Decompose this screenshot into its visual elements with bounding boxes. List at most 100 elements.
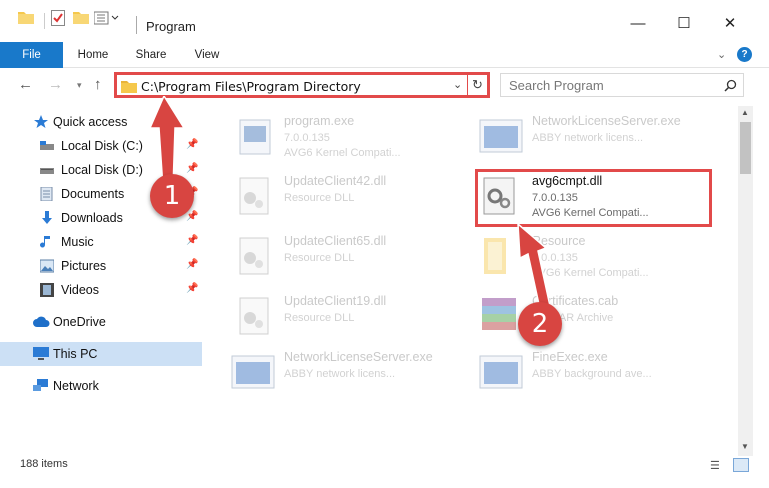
forward-arrow-icon[interactable]: → (48, 76, 63, 93)
dll-file-icon (239, 297, 269, 335)
sidebar-item-label: Local Disk (C:) (61, 139, 143, 153)
expand-ribbon-icon[interactable]: ⌄ (717, 48, 726, 61)
sidebar-item-label: OneDrive (53, 315, 106, 329)
sidebar-item-label: Network (53, 379, 99, 393)
sidebar-item-label: This PC (53, 347, 98, 361)
documents-icon (40, 187, 53, 201)
file-name: FineExec.exe (532, 350, 608, 364)
large-icons-view-icon[interactable] (733, 458, 749, 472)
back-arrow-icon[interactable]: ← (18, 76, 33, 93)
search-input[interactable]: Search Program (509, 78, 604, 93)
file-tile[interactable]: FineExec.exe ABBY background ave... (478, 348, 728, 406)
sidebar-item-onedrive[interactable]: OneDrive (0, 310, 202, 334)
file-tile[interactable]: NetworkLicenseServer.exe ABBY network li… (230, 348, 480, 406)
vertical-scrollbar[interactable]: ▲ ▼ (738, 106, 753, 456)
maximize-button[interactable]: ☐ (661, 12, 707, 36)
properties-icon[interactable] (51, 10, 65, 30)
status-bar (0, 456, 769, 488)
cloud-icon (33, 316, 50, 327)
file-description: Resource DLL (284, 192, 355, 204)
sidebar-item-pictures[interactable]: Pictures 📌 (0, 254, 202, 278)
sidebar-item-network[interactable]: Network (0, 374, 202, 398)
pin-icon: 📌 (186, 211, 199, 222)
sidebar-item-videos[interactable]: Videos 📌 (0, 278, 202, 302)
close-button[interactable]: ✕ (707, 12, 753, 36)
callout-arrow-2 (517, 224, 551, 310)
file-tile[interactable]: NetworkLicenseServer.exe ABBY network li… (478, 112, 728, 170)
file-name: NetworkLicenseServer.exe (284, 350, 433, 364)
title-bar: Program — ☐ ✕ (0, 0, 769, 42)
file-description: ABBY network licens... (284, 368, 396, 380)
file-tile[interactable]: UpdateClient42.dll Resource DLL (230, 172, 480, 230)
monitor-icon (33, 347, 49, 360)
file-tile[interactable]: UpdateClient19.dll Resource DLL (230, 292, 480, 350)
scroll-up-icon[interactable]: ▲ (741, 108, 749, 117)
file-name: NetworkLicenseServer.exe (532, 114, 681, 128)
tab-view[interactable]: View (184, 42, 230, 68)
sidebar-item-label: Music (61, 235, 94, 249)
divider (44, 13, 45, 29)
item-count: 188 items (20, 458, 68, 470)
divider (467, 74, 468, 96)
music-icon (40, 236, 50, 248)
callout-badge-1: 1 (150, 174, 194, 218)
file-description: ABBY background ave... (532, 368, 652, 380)
file-description: Resource DLL (284, 252, 355, 264)
scroll-down-icon[interactable]: ▼ (741, 442, 749, 451)
help-icon[interactable]: ? (737, 47, 752, 62)
refresh-icon[interactable]: ↻ (472, 77, 483, 93)
details-view-icon[interactable]: ☰ (710, 459, 720, 472)
recent-locations-icon[interactable]: ▾ (77, 80, 82, 91)
ribbon: File Home Share View ⌄ ? (0, 42, 769, 68)
sidebar-item-music[interactable]: Music 📌 (0, 230, 202, 254)
folder-icon (18, 10, 34, 30)
callout-badge-2: 2 (518, 302, 562, 346)
drive-icon (40, 141, 54, 150)
minimize-button[interactable]: — (615, 12, 661, 36)
exe-file-icon (239, 119, 271, 155)
sidebar-item-label: Documents (61, 187, 125, 201)
dll-file-icon (239, 237, 269, 275)
address-dropdown-icon[interactable]: ⌄ (453, 78, 462, 91)
file-name: UpdateClient19.dll (284, 294, 387, 308)
folder-icon (121, 81, 137, 93)
drive-icon (40, 168, 54, 174)
dll-file-icon (239, 177, 269, 215)
file-description: ABBY network licens... (532, 132, 644, 144)
pin-icon: 📌 (186, 259, 199, 270)
up-arrow-icon[interactable]: ↑ (94, 76, 102, 93)
tab-home[interactable]: Home (70, 42, 116, 68)
file-list: program.exe 7.0.0.135 AVG6 Kernel Compat… (202, 106, 738, 456)
downloads-icon (42, 211, 52, 224)
title-divider (136, 16, 137, 34)
scrollbar-thumb[interactable] (740, 122, 751, 174)
search-box[interactable]: Search Program (500, 73, 744, 97)
tab-share[interactable]: Share (128, 42, 174, 68)
exe-file-icon (479, 355, 523, 389)
sidebar-item-label: Downloads (61, 211, 123, 225)
sidebar-item-this-pc[interactable]: This PC (0, 342, 202, 366)
tab-file[interactable]: File (0, 42, 63, 68)
sidebar-item-label: Local Disk (D:) (61, 163, 143, 177)
new-folder-icon[interactable] (73, 10, 89, 30)
window-title: Program (146, 19, 196, 34)
pin-icon: 📌 (186, 235, 199, 246)
search-icon[interactable] (724, 79, 737, 92)
sidebar-item-label: Pictures (61, 259, 107, 273)
address-bar[interactable]: C:\Program Files\Program Directory ⌄ ↻ (114, 72, 490, 98)
sidebar-item-label: Videos (61, 283, 99, 297)
highlight-box (475, 169, 712, 227)
file-version: 7.0.0.135 (284, 132, 330, 144)
file-tile[interactable]: UpdateClient65.dll Resource DLL (230, 232, 480, 290)
customize-icon[interactable] (93, 10, 122, 30)
file-description: Resource DLL (284, 312, 355, 324)
address-path: C:\Program Files\Program Directory (141, 79, 361, 94)
file-tile[interactable]: program.exe 7.0.0.135 AVG6 Kernel Compat… (230, 112, 480, 170)
sidebar-item-label: Quick access (53, 115, 128, 129)
file-name: program.exe (284, 114, 355, 128)
pictures-icon (40, 259, 54, 273)
file-name: UpdateClient65.dll (284, 234, 387, 248)
file-description: AVG6 Kernel Compati... (284, 147, 401, 159)
videos-icon (40, 283, 54, 297)
file-name: UpdateClient42.dll (284, 174, 387, 188)
